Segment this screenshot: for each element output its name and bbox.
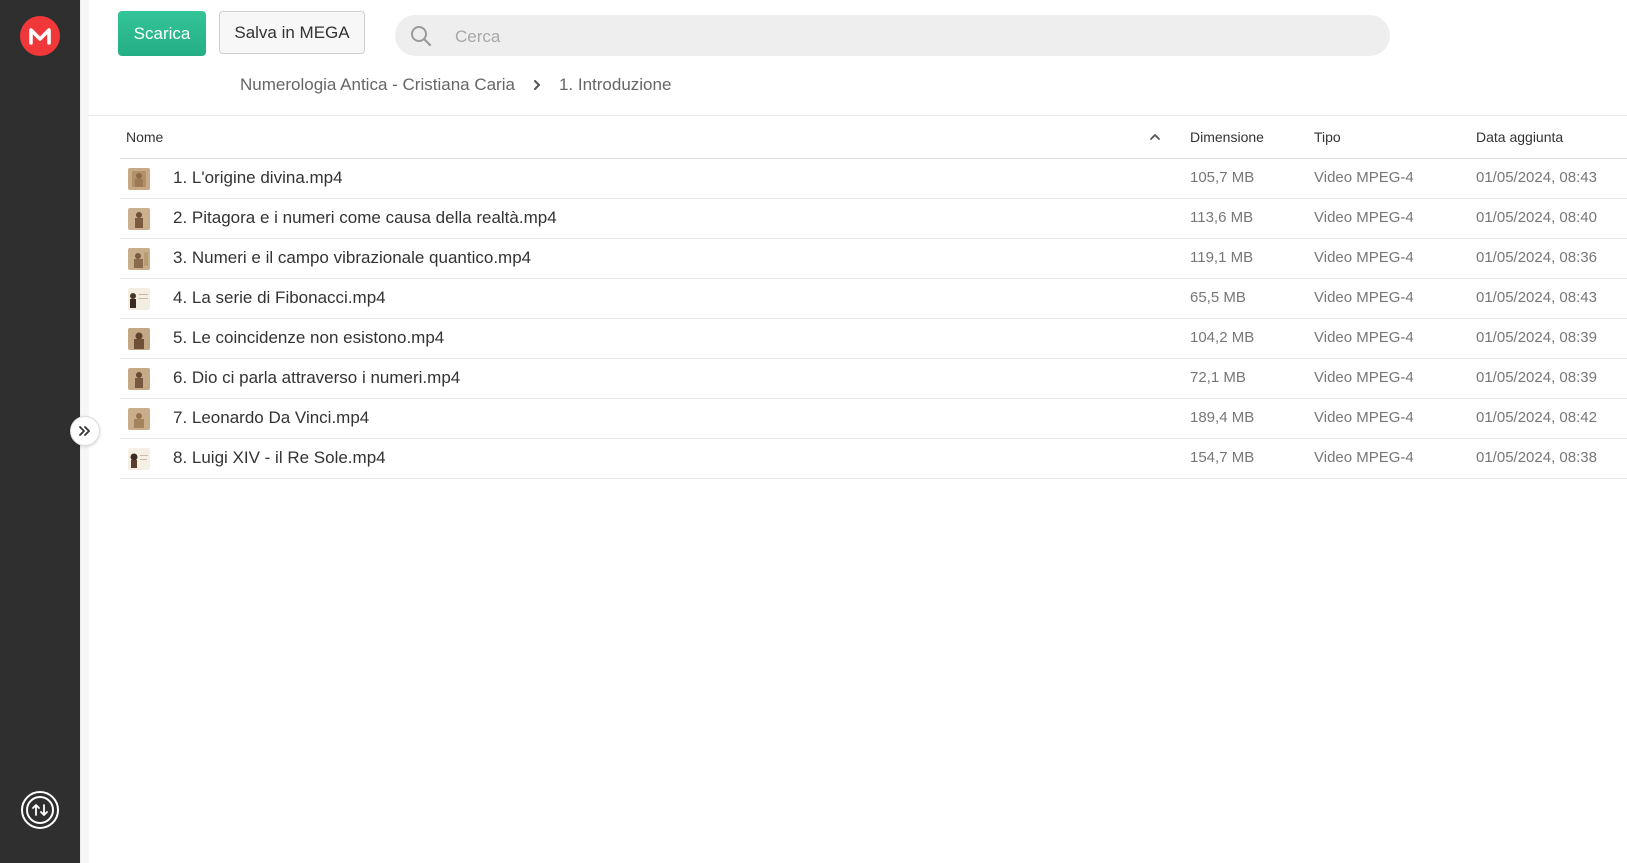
file-date: 01/05/2024, 08:40 bbox=[1476, 209, 1597, 226]
video-thumbnail bbox=[128, 208, 150, 230]
transfers-icon[interactable] bbox=[20, 790, 60, 830]
search-icon bbox=[411, 26, 432, 47]
column-header-type[interactable]: Tipo bbox=[1314, 129, 1341, 145]
table-row[interactable]: 7. Leonardo Da Vinci.mp4 189,4 MB Video … bbox=[120, 399, 1627, 439]
chevron-right-icon bbox=[531, 79, 543, 91]
download-button[interactable]: Scarica bbox=[118, 11, 206, 56]
mega-logo-icon[interactable] bbox=[20, 16, 60, 56]
file-type: Video MPEG-4 bbox=[1314, 369, 1414, 386]
file-size: 189,4 MB bbox=[1190, 409, 1255, 426]
column-header-date[interactable]: Data aggiunta bbox=[1476, 129, 1563, 145]
file-type: Video MPEG-4 bbox=[1314, 449, 1414, 466]
file-size: 104,2 MB bbox=[1190, 329, 1255, 346]
file-size: 105,7 MB bbox=[1190, 169, 1255, 186]
file-type: Video MPEG-4 bbox=[1314, 409, 1414, 426]
video-thumbnail bbox=[128, 448, 150, 470]
file-date: 01/05/2024, 08:36 bbox=[1476, 249, 1597, 266]
file-name: 6. Dio ci parla attraverso i numeri.mp4 bbox=[173, 368, 461, 387]
file-table: Nome Dimensione Tipo Data aggiunta 1. L'… bbox=[120, 116, 1627, 479]
video-thumbnail bbox=[128, 408, 150, 430]
video-thumbnail bbox=[128, 328, 150, 350]
breadcrumb: Numerologia Antica - Cristiana Caria 1. … bbox=[240, 73, 671, 97]
file-date: 01/05/2024, 08:39 bbox=[1476, 329, 1597, 346]
table-row[interactable]: 3. Numeri e il campo vibrazionale quanti… bbox=[120, 239, 1627, 279]
table-row[interactable]: 6. Dio ci parla attraverso i numeri.mp4 … bbox=[120, 359, 1627, 399]
file-date: 01/05/2024, 08:39 bbox=[1476, 369, 1597, 386]
file-date: 01/05/2024, 08:42 bbox=[1476, 409, 1597, 426]
column-header-size[interactable]: Dimensione bbox=[1190, 129, 1264, 145]
video-thumbnail bbox=[128, 168, 150, 190]
file-type: Video MPEG-4 bbox=[1314, 329, 1414, 346]
search-bar[interactable] bbox=[395, 15, 1390, 58]
file-name: 3. Numeri e il campo vibrazionale quanti… bbox=[173, 248, 532, 267]
column-header-name[interactable]: Nome bbox=[126, 129, 163, 145]
file-name: 8. Luigi XIV - il Re Sole.mp4 bbox=[173, 448, 386, 467]
table-row[interactable]: 5. Le coincidenze non esistono.mp4 104,2… bbox=[120, 319, 1627, 359]
file-size: 72,1 MB bbox=[1190, 369, 1246, 386]
file-size: 65,5 MB bbox=[1190, 289, 1246, 306]
search-input[interactable] bbox=[453, 15, 1357, 58]
table-header: Nome Dimensione Tipo Data aggiunta bbox=[120, 116, 1627, 159]
table-row[interactable]: 8. Luigi XIV - il Re Sole.mp4 154,7 MB V… bbox=[120, 439, 1627, 479]
video-thumbnail bbox=[128, 248, 150, 270]
file-name: 1. L'origine divina.mp4 bbox=[173, 168, 343, 187]
breadcrumb-item-current[interactable]: 1. Introduzione bbox=[559, 75, 671, 95]
file-name: 4. La serie di Fibonacci.mp4 bbox=[173, 288, 386, 307]
sort-ascending-icon[interactable] bbox=[1148, 130, 1162, 144]
file-date: 01/05/2024, 08:43 bbox=[1476, 169, 1597, 186]
table-row[interactable]: 2. Pitagora e i numeri come causa della … bbox=[120, 199, 1627, 239]
file-name: 7. Leonardo Da Vinci.mp4 bbox=[173, 408, 370, 427]
file-type: Video MPEG-4 bbox=[1314, 169, 1414, 186]
file-size: 154,7 MB bbox=[1190, 449, 1255, 466]
file-name: 5. Le coincidenze non esistono.mp4 bbox=[173, 328, 445, 347]
save-to-mega-button[interactable]: Salva in MEGA bbox=[219, 11, 365, 54]
file-type: Video MPEG-4 bbox=[1314, 249, 1414, 266]
file-type: Video MPEG-4 bbox=[1314, 289, 1414, 306]
file-date: 01/05/2024, 08:38 bbox=[1476, 449, 1597, 466]
table-row[interactable]: 1. L'origine divina.mp4 105,7 MB Video M… bbox=[120, 159, 1627, 199]
file-size: 119,1 MB bbox=[1190, 249, 1254, 266]
table-row[interactable]: 4. La serie di Fibonacci.mp4 65,5 MB Vid… bbox=[120, 279, 1627, 319]
file-size: 113,6 MB bbox=[1190, 209, 1254, 226]
video-thumbnail bbox=[128, 368, 150, 390]
video-thumbnail bbox=[128, 288, 150, 310]
app: Scarica Salva in MEGA Numerologia Antica… bbox=[0, 0, 1627, 863]
left-sidebar bbox=[0, 0, 80, 863]
file-name: 2. Pitagora e i numeri come causa della … bbox=[173, 208, 557, 227]
expand-sidebar-icon[interactable] bbox=[70, 416, 100, 446]
breadcrumb-item-root[interactable]: Numerologia Antica - Cristiana Caria bbox=[240, 75, 515, 95]
file-type: Video MPEG-4 bbox=[1314, 209, 1414, 226]
file-date: 01/05/2024, 08:43 bbox=[1476, 289, 1597, 306]
